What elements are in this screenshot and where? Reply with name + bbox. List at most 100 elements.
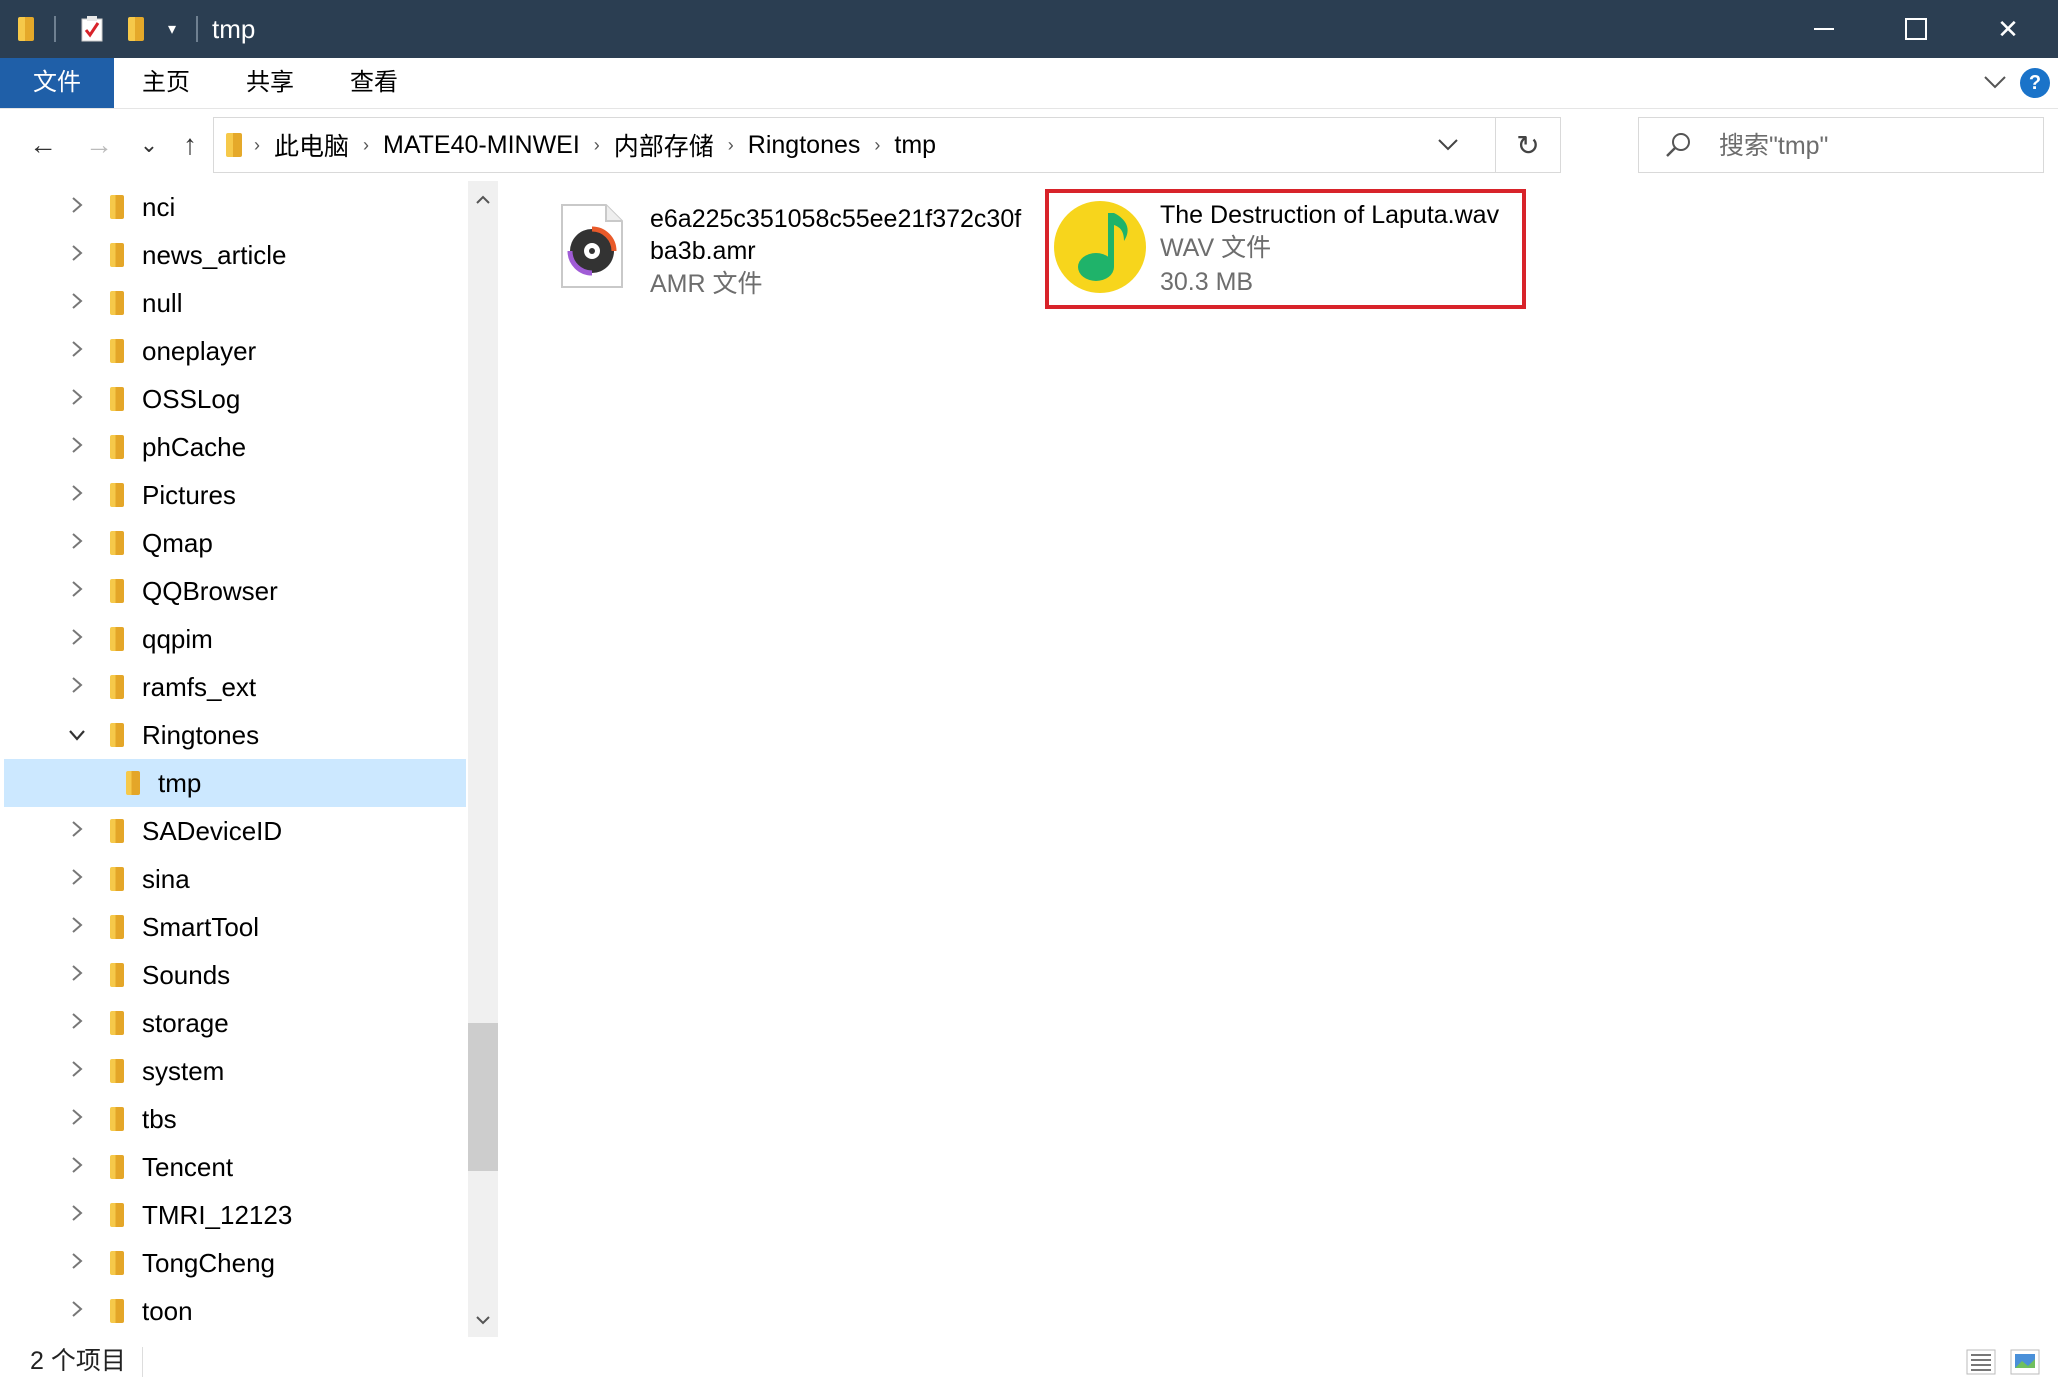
- tree-item[interactable]: phCache: [4, 423, 466, 471]
- new-folder-icon[interactable]: [124, 0, 148, 58]
- chevron-right-icon[interactable]: [66, 1300, 88, 1323]
- file-item-amr[interactable]: e6a225c351058c55ee21f372c30f ba3b.amr AM…: [560, 203, 1021, 298]
- search-box[interactable]: [1638, 117, 2044, 173]
- tree-item[interactable]: Pictures: [4, 471, 466, 519]
- chevron-down-icon: [1438, 139, 1458, 151]
- file-item-wav[interactable]: The Destruction of Laputa.wav WAV 文件 30.…: [1052, 199, 1522, 299]
- chevron-right-icon[interactable]: [66, 1060, 88, 1083]
- folder-icon: [110, 435, 124, 459]
- chevron-right-icon[interactable]: [66, 868, 88, 891]
- scroll-up-arrow-icon[interactable]: [468, 181, 498, 217]
- tree-item[interactable]: Qmap: [4, 519, 466, 567]
- up-button[interactable]: ↑: [172, 109, 208, 181]
- chevron-right-icon[interactable]: [66, 532, 88, 555]
- close-button[interactable]: ✕: [1962, 0, 2054, 58]
- chevron-right-icon[interactable]: [66, 1012, 88, 1035]
- refresh-button[interactable]: ↻: [1495, 118, 1560, 172]
- breadcrumb-internal-storage[interactable]: 内部存储: [606, 127, 722, 163]
- divider: [54, 16, 56, 42]
- navigation-pane-scrollbar[interactable]: [468, 181, 498, 1337]
- forward-button[interactable]: →: [78, 109, 120, 181]
- chevron-right-icon[interactable]: [66, 196, 88, 219]
- navigation-pane: nci news_articlenull oneplayer OSSLog phCach…: [0, 181, 498, 1337]
- maximize-icon: [1905, 18, 1927, 40]
- tree-item[interactable]: toon: [4, 1287, 466, 1335]
- address-dropdown-button[interactable]: [1424, 118, 1472, 172]
- chevron-right-icon[interactable]: [66, 244, 88, 267]
- tree-item[interactable]: storage: [4, 999, 466, 1047]
- breadcrumb-ringtones[interactable]: Ringtones: [740, 131, 869, 160]
- large-icons-view-icon[interactable]: [2010, 1349, 2040, 1375]
- customize-quick-access-icon[interactable]: ▾: [162, 0, 182, 58]
- chevron-right-icon[interactable]: [66, 388, 88, 411]
- chevron-right-icon[interactable]: [66, 964, 88, 987]
- tab-file[interactable]: 文件: [0, 58, 114, 108]
- chevron-right-icon[interactable]: [66, 580, 88, 603]
- address-bar[interactable]: › 此电脑 › MATE40-MINWEI › 内部存储 › Ringtones…: [213, 117, 1561, 173]
- tree-item[interactable]: Tencent: [4, 1143, 466, 1191]
- expand-ribbon-chevron-icon[interactable]: [1984, 72, 2006, 92]
- tree-item[interactable]: oneplayer: [4, 327, 466, 375]
- folder-icon: [110, 387, 124, 411]
- tree-item[interactable]: ›tmp: [4, 759, 466, 807]
- chevron-right-icon[interactable]: [66, 484, 88, 507]
- tree-item-label: TMRI_12123: [142, 1199, 293, 1230]
- tree-item-label: nci: [142, 191, 176, 222]
- item-count: 2 个项目: [30, 1347, 126, 1375]
- tree-item[interactable]: TongCheng: [4, 1239, 466, 1287]
- tree-item[interactable]: QQBrowser: [4, 567, 466, 615]
- chevron-down-icon[interactable]: [66, 724, 88, 747]
- tree-item[interactable]: sina: [4, 855, 466, 903]
- ribbon-tabs: 文件 主页 共享 查看 ?: [0, 58, 2058, 109]
- search-input[interactable]: [1717, 124, 2031, 168]
- details-view-icon[interactable]: [1966, 1349, 1996, 1375]
- folder-icon: [110, 1155, 124, 1179]
- tree-item-label: system: [142, 1055, 225, 1086]
- chevron-right-icon[interactable]: [66, 916, 88, 939]
- recent-locations-button[interactable]: ⌄: [134, 109, 164, 181]
- properties-icon[interactable]: [78, 0, 106, 58]
- scroll-thumb[interactable]: [468, 1023, 498, 1171]
- tree-item[interactable]: Sounds: [4, 951, 466, 999]
- minimize-button[interactable]: [1778, 0, 1870, 58]
- tree-item[interactable]: system: [4, 1047, 466, 1095]
- scroll-down-arrow-icon[interactable]: [468, 1301, 498, 1337]
- chevron-right-icon[interactable]: [66, 676, 88, 699]
- chevron-right-icon[interactable]: [66, 628, 88, 651]
- chevron-right-icon[interactable]: [66, 1156, 88, 1179]
- help-button[interactable]: ?: [2020, 68, 2050, 98]
- folder-icon: [110, 867, 124, 891]
- chevron-right-icon[interactable]: [66, 436, 88, 459]
- tab-home[interactable]: 主页: [114, 58, 218, 108]
- tree-item[interactable]: SmartTool: [4, 903, 466, 951]
- folder-icon: [110, 291, 124, 315]
- tree-item[interactable]: nci: [4, 183, 466, 231]
- chevron-right-icon[interactable]: [66, 1108, 88, 1131]
- breadcrumb-this-pc[interactable]: 此电脑: [266, 127, 357, 163]
- breadcrumb-tmp[interactable]: tmp: [886, 131, 944, 160]
- tree-item[interactable]: TMRI_12123: [4, 1191, 466, 1239]
- back-button[interactable]: ←: [22, 109, 64, 181]
- tab-view[interactable]: 查看: [322, 58, 426, 108]
- chevron-right-icon[interactable]: [66, 820, 88, 843]
- tree-item[interactable]: null: [4, 279, 466, 327]
- file-type: WAV 文件: [1160, 234, 1272, 262]
- breadcrumb-device[interactable]: MATE40-MINWEI: [375, 131, 588, 160]
- tree-item-label: news_article: [142, 239, 287, 270]
- chevron-right-icon[interactable]: [66, 1204, 88, 1227]
- chevron-right-icon[interactable]: [66, 292, 88, 315]
- file-list: e6a225c351058c55ee21f372c30f ba3b.amr AM…: [500, 181, 2058, 1337]
- tree-item[interactable]: qqpim: [4, 615, 466, 663]
- tree-item[interactable]: Ringtones: [4, 711, 466, 759]
- tree-item[interactable]: OSSLog: [4, 375, 466, 423]
- tab-share[interactable]: 共享: [218, 58, 322, 108]
- tree-item[interactable]: news_article: [4, 231, 466, 279]
- chevron-right-icon[interactable]: [66, 340, 88, 363]
- chevron-right-icon[interactable]: [66, 1252, 88, 1275]
- tree-item[interactable]: SADeviceID: [4, 807, 466, 855]
- divider: [196, 16, 198, 42]
- maximize-button[interactable]: [1870, 0, 1962, 58]
- folder-icon: [110, 675, 124, 699]
- tree-item[interactable]: ramfs_ext: [4, 663, 466, 711]
- tree-item[interactable]: tbs: [4, 1095, 466, 1143]
